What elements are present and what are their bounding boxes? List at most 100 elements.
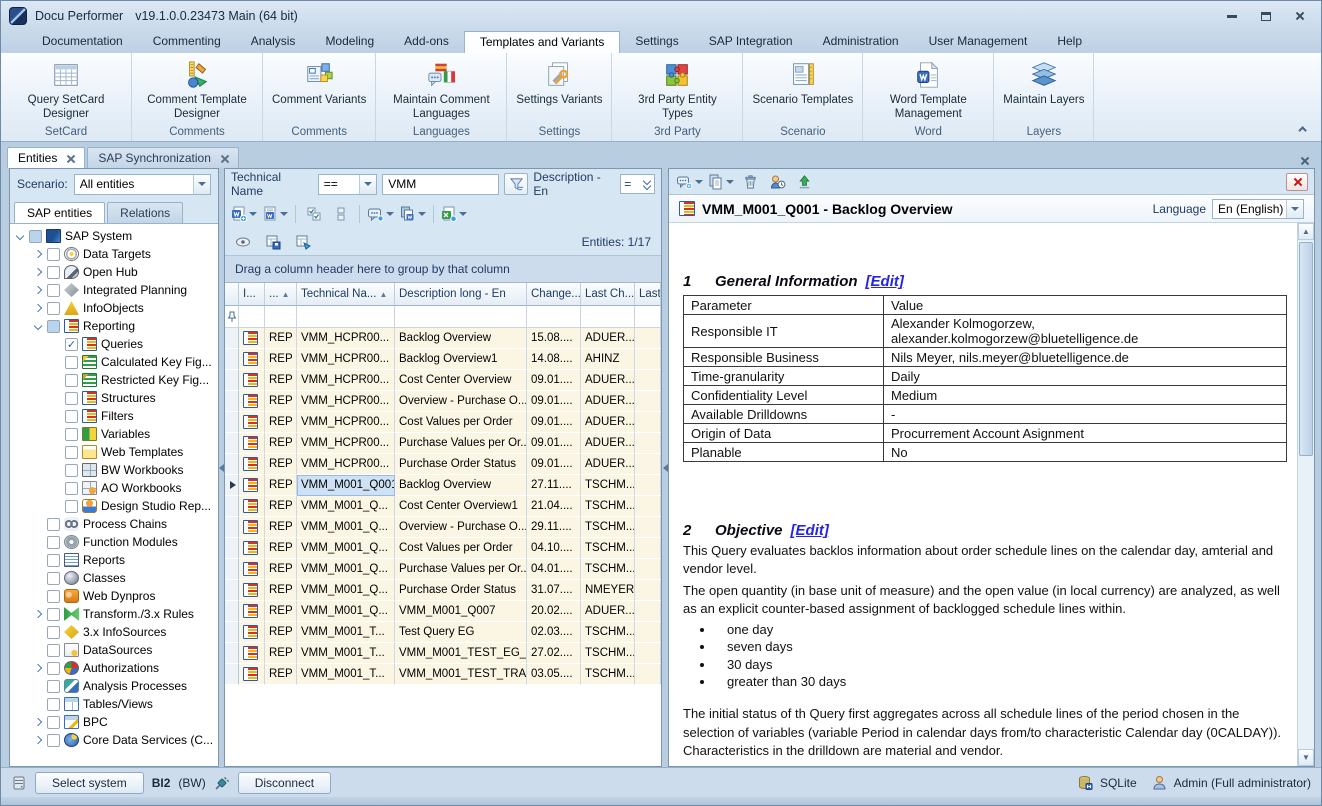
cell-last[interactable]	[635, 412, 661, 433]
cell-last[interactable]	[635, 391, 661, 412]
expander-icon[interactable]	[33, 519, 43, 529]
close-button[interactable]	[1285, 6, 1315, 26]
tree-checkbox[interactable]	[65, 482, 78, 495]
header-type-column[interactable]: ...▲	[265, 283, 297, 306]
dropdown-arrow-icon[interactable]	[1286, 200, 1303, 218]
cell-last[interactable]	[635, 643, 661, 664]
expander-icon[interactable]	[33, 699, 43, 709]
tree-item[interactable]: Queries	[10, 335, 218, 353]
expander-icon[interactable]	[51, 501, 61, 511]
tree-item[interactable]: Design Studio Rep...	[10, 497, 218, 515]
menu-item[interactable]: User Management	[914, 31, 1043, 53]
cell-last[interactable]	[635, 601, 661, 622]
cell-description[interactable]: Backlog Overview	[395, 328, 527, 349]
cell-last-changed-by[interactable]: ADUER...	[581, 412, 635, 433]
tree-item[interactable]: InfoObjects	[10, 299, 218, 317]
tab-sap-synchronization[interactable]: SAP Synchronization	[87, 147, 239, 168]
tree-item[interactable]: Function Modules	[10, 533, 218, 551]
ribbon-item-word-template-management[interactable]: Word Template Management Word	[863, 53, 994, 141]
expander-icon[interactable]	[51, 483, 61, 493]
tree-checkbox[interactable]	[47, 536, 60, 549]
tree-item[interactable]: Core Data Services (C...	[10, 731, 218, 749]
cell-changed[interactable]: 04.10....	[527, 538, 581, 559]
menu-item[interactable]: Documentation	[27, 31, 138, 53]
cell-type[interactable]: REP	[265, 412, 297, 433]
tab-sap-entities[interactable]: SAP entities	[14, 202, 105, 223]
filter-cell[interactable]	[527, 306, 581, 327]
cell-last-changed-by[interactable]: ADUER...	[581, 601, 635, 622]
cell-technical-name[interactable]: VMM_HCPR00...	[297, 349, 395, 370]
tab-relations[interactable]: Relations	[107, 202, 183, 223]
cell-last-changed-by[interactable]: TSCHM...	[581, 664, 635, 685]
cell-last-changed-by[interactable]: AHINZ	[581, 349, 635, 370]
cell-description[interactable]: Purchase Values per Or...	[395, 433, 527, 454]
filter-cell[interactable]	[581, 306, 635, 327]
comment-button[interactable]	[366, 203, 395, 225]
language-dropdown[interactable]: En (English)	[1212, 199, 1304, 219]
table-row[interactable]: REP VMM_M001_T... VMM_M001_TEST_EG_2 27.…	[225, 643, 661, 664]
tree-item[interactable]: BPC	[10, 713, 218, 731]
cell-changed[interactable]: 03.05....	[527, 664, 581, 685]
cell-type[interactable]: REP	[265, 370, 297, 391]
table-row[interactable]: REP VMM_HCPR00... Backlog Overview1 14.0…	[225, 349, 661, 370]
ribbon-item-3rd-party-entity-types[interactable]: 3rd Party Entity Types 3rd Party	[612, 53, 743, 141]
expander-icon[interactable]	[33, 285, 43, 295]
table-row[interactable]: REP VMM_HCPR00... Overview - Purchase O.…	[225, 391, 661, 412]
cell-last[interactable]	[635, 454, 661, 475]
table-row[interactable]: REP VMM_M001_Q... Purchase Order Status …	[225, 580, 661, 601]
tree-checkbox[interactable]	[47, 734, 60, 747]
cell-changed[interactable]: 31.07....	[527, 580, 581, 601]
expander-icon[interactable]	[33, 555, 43, 565]
menu-item[interactable]: Commenting	[138, 31, 236, 53]
cell-last-changed-by[interactable]: TSCHM...	[581, 517, 635, 538]
tree-item[interactable]: Data Targets	[10, 245, 218, 263]
delete-button[interactable]	[738, 171, 762, 193]
tree-checkbox[interactable]	[47, 320, 60, 333]
tree-checkbox[interactable]	[47, 662, 60, 675]
cell-type[interactable]: REP	[265, 391, 297, 412]
tree-item[interactable]: Restricted Key Fig...	[10, 371, 218, 389]
save-layout-button[interactable]	[261, 231, 285, 253]
tree-item[interactable]: Structures	[10, 389, 218, 407]
cell-type[interactable]: REP	[265, 454, 297, 475]
tree-checkbox[interactable]	[47, 554, 60, 567]
header-last-column[interactable]: Last ...	[635, 283, 661, 306]
expander-icon[interactable]	[51, 411, 61, 421]
tree-item[interactable]: Variables	[10, 425, 218, 443]
document-scrollbar[interactable]: ▲ ▼	[1297, 223, 1314, 766]
filter-cell[interactable]	[395, 306, 527, 327]
technical-name-operator-dropdown[interactable]: ==	[318, 174, 377, 195]
cell-last-changed-by[interactable]: ADUER...	[581, 433, 635, 454]
tree-checkbox[interactable]	[47, 248, 60, 261]
expander-icon[interactable]	[33, 573, 43, 583]
table-row[interactable]: REP VMM_HCPR00... Purchase Order Status …	[225, 454, 661, 475]
ribbon-item-comment-variants[interactable]: Comment Variants Comments	[263, 53, 376, 141]
menu-item[interactable]: Help	[1042, 31, 1097, 53]
technical-name-filter-input[interactable]: VMM	[382, 174, 499, 195]
tree-item[interactable]: Integrated Planning	[10, 281, 218, 299]
tree-checkbox[interactable]	[47, 266, 60, 279]
ribbon-item-maintain-layers[interactable]: Maintain Layers Layers	[994, 53, 1094, 141]
cell-last[interactable]	[635, 580, 661, 601]
expander-icon[interactable]	[33, 645, 43, 655]
copy-document-button[interactable]	[707, 171, 735, 193]
cell-changed[interactable]: 14.08....	[527, 349, 581, 370]
menu-item[interactable]: Analysis	[236, 31, 311, 53]
preview-button[interactable]	[231, 231, 255, 253]
tabstrip-close-button[interactable]	[1300, 156, 1309, 165]
scroll-up-button[interactable]: ▲	[1298, 223, 1314, 240]
expander-icon[interactable]	[51, 357, 61, 367]
cell-technical-name[interactable]: VMM_M001_T...	[297, 643, 395, 664]
tree-checkbox[interactable]	[47, 284, 60, 297]
expander-icon[interactable]	[33, 249, 43, 259]
generate-word-doc-button[interactable]	[230, 203, 258, 225]
table-row[interactable]: REP VMM_HCPR00... Purchase Values per Or…	[225, 433, 661, 454]
dropdown-arrow-icon[interactable]	[193, 175, 210, 194]
tree-item[interactable]: Reports	[10, 551, 218, 569]
tree-checkbox[interactable]	[47, 644, 60, 657]
tree-checkbox[interactable]	[47, 590, 60, 603]
cell-last-changed-by[interactable]: TSCHM...	[581, 538, 635, 559]
tree-checkbox[interactable]	[47, 698, 60, 711]
tree-checkbox[interactable]	[65, 446, 78, 459]
cell-type[interactable]: REP	[265, 538, 297, 559]
